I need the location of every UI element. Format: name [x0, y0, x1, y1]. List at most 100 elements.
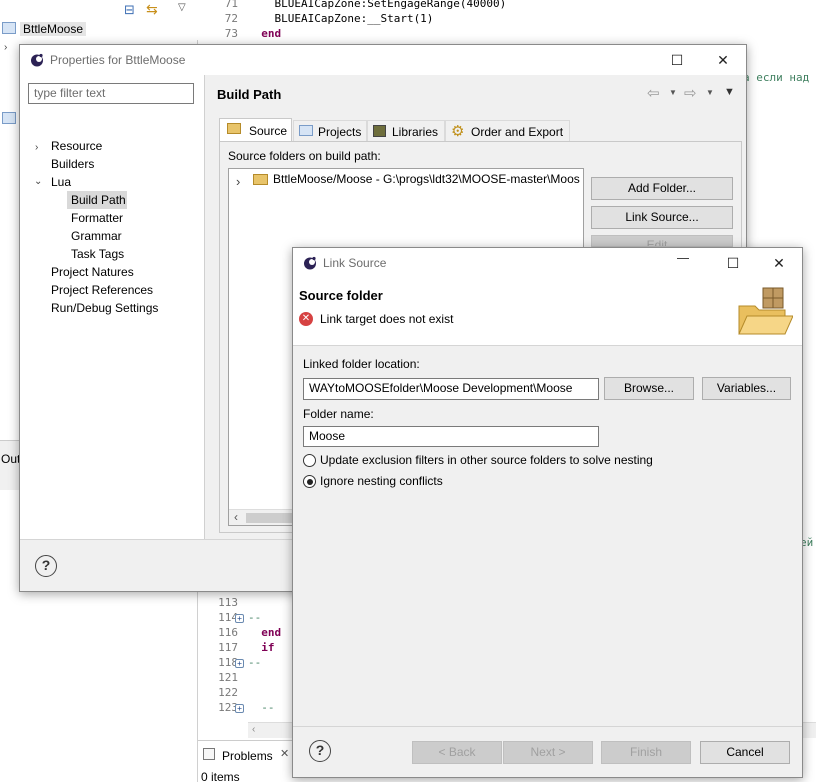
tab-projects-label: Projects: [318, 125, 362, 139]
tab-order-label: Order and Export: [471, 125, 564, 139]
line-number: 71: [224, 0, 238, 10]
source-folder-entry[interactable]: BttleMoose/Moose - G:\progs\ldt32\MOOSE-…: [273, 172, 580, 186]
problems-view: Problems ✕ 0 items: [198, 740, 293, 782]
code-line: 73 end: [198, 27, 816, 42]
folder-wizard-icon: [738, 287, 793, 335]
code-line: 71 BLUEAICapZone:SetEngageRange(40000): [198, 0, 816, 12]
chevron-right-icon[interactable]: ›: [4, 42, 7, 53]
properties-titlebar[interactable]: Properties for BttleMoose ☐ ✕: [20, 45, 746, 75]
ignore-conflicts-label[interactable]: Ignore nesting conflicts: [320, 474, 443, 488]
outline-label: Out: [1, 452, 21, 466]
code-comment: а если над: [743, 71, 810, 84]
tab-libraries[interactable]: Libraries: [367, 120, 445, 142]
fold-toggle-icon[interactable]: +: [235, 614, 244, 623]
location-input[interactable]: WAYtoMOOSEfolder\Moose Development\Moose: [303, 378, 599, 400]
forward-arrow-icon[interactable]: ⇨: [684, 84, 697, 102]
tab-source[interactable]: Source: [219, 118, 292, 142]
collapse-all-icon[interactable]: ⊟: [124, 2, 135, 18]
source-folder-icon: [253, 174, 268, 185]
eclipse-icon: [304, 256, 316, 270]
link-source-title: Link Source: [323, 256, 387, 270]
view-menu-icon[interactable]: ▼: [724, 86, 735, 98]
code-text: BLUEAICapZone:SetEngageRange(40000): [248, 0, 507, 10]
edit-button[interactable]: Edit...: [591, 235, 733, 247]
fold-toggle-icon[interactable]: +: [235, 659, 244, 668]
code-text: --: [248, 656, 262, 669]
fold-toggle-icon[interactable]: +: [235, 704, 244, 713]
chevron-down-icon[interactable]: ▼: [706, 88, 714, 97]
maximize-button[interactable]: ☐: [710, 248, 756, 278]
nav-lua[interactable]: Lua: [51, 173, 71, 191]
nav-task-tags[interactable]: Task Tags: [71, 245, 124, 263]
help-icon[interactable]: ?: [35, 555, 57, 577]
chevron-right-icon[interactable]: ›: [236, 174, 240, 189]
close-icon[interactable]: ✕: [280, 747, 289, 760]
scroll-left-icon[interactable]: ‹: [252, 724, 255, 735]
update-filters-label[interactable]: Update exclusion filters in other source…: [320, 453, 653, 467]
explorer-header: ⊟ ⇆ ▽ BttleMoose: [0, 0, 198, 40]
nav-project-references[interactable]: Project References: [51, 281, 153, 299]
chevron-down-icon[interactable]: ⌄: [34, 176, 42, 187]
projects-icon: [299, 125, 313, 136]
outline-view-tab[interactable]: Out: [0, 440, 20, 490]
problems-tab[interactable]: Problems ✕: [200, 744, 293, 766]
add-folder-button[interactable]: Add Folder...: [591, 177, 733, 200]
link-editor-icon[interactable]: ⇆: [146, 1, 158, 18]
folder-name-input[interactable]: Moose: [303, 426, 599, 447]
code-text: --: [248, 701, 275, 714]
project-folder-icon: [2, 112, 16, 124]
browse-button[interactable]: Browse...: [604, 377, 694, 400]
page-title: Build Path: [217, 87, 282, 102]
next-button[interactable]: Next >: [503, 741, 593, 764]
maximize-button[interactable]: ☐: [654, 45, 700, 75]
line-number: 118: [218, 656, 238, 669]
code-text: end: [248, 626, 282, 639]
nav-grammar[interactable]: Grammar: [71, 227, 122, 245]
scroll-left-icon[interactable]: ‹: [234, 510, 238, 524]
back-arrow-icon[interactable]: ⇦: [647, 84, 660, 102]
error-icon: ✕: [299, 312, 313, 326]
code-text: if: [248, 641, 275, 654]
source-folder-icon: [227, 123, 241, 134]
folder-name-label: Folder name:: [303, 407, 374, 421]
chevron-down-icon[interactable]: ▼: [669, 88, 677, 97]
close-button[interactable]: ✕: [756, 248, 802, 278]
source-folders-label: Source folders on build path:: [228, 149, 381, 163]
nav-resource[interactable]: Resource: [51, 137, 102, 155]
help-icon[interactable]: ?: [309, 740, 331, 762]
project-name[interactable]: BttleMoose: [20, 22, 87, 36]
order-export-icon: ⚙: [451, 123, 465, 140]
variables-button[interactable]: Variables...: [702, 377, 791, 400]
tab-order-export[interactable]: ⚙ Order and Export: [445, 120, 570, 142]
line-number: 123: [218, 701, 238, 714]
ignore-conflicts-radio[interactable]: [303, 475, 316, 488]
problems-count: 0 items: [201, 770, 240, 782]
nav-project-natures[interactable]: Project Natures: [51, 263, 134, 281]
finish-button[interactable]: Finish: [601, 741, 691, 764]
wizard-footer: ? < Back Next > Finish Cancel: [293, 726, 802, 777]
line-number: 121: [218, 671, 238, 684]
line-number: 113: [218, 596, 238, 609]
properties-nav-pane: type filter text › Resource Builders ⌄ L…: [20, 75, 204, 539]
nav-run-debug[interactable]: Run/Debug Settings: [51, 299, 158, 317]
back-button[interactable]: < Back: [412, 741, 502, 764]
view-menu-icon[interactable]: ▽: [178, 2, 186, 13]
close-button[interactable]: ✕: [700, 45, 746, 75]
code-text: BLUEAICapZone:__Start(1): [248, 12, 434, 25]
line-number: 73: [224, 27, 238, 40]
nav-build-path[interactable]: Build Path: [67, 191, 127, 209]
link-source-button[interactable]: Link Source...: [591, 206, 733, 229]
cancel-button[interactable]: Cancel: [700, 741, 790, 764]
chevron-right-icon[interactable]: ›: [35, 142, 38, 153]
tab-projects[interactable]: Projects: [293, 120, 367, 142]
code-text: --: [248, 611, 262, 624]
minimize-button[interactable]: [677, 258, 689, 259]
nav-formatter[interactable]: Formatter: [71, 209, 123, 227]
nav-builders[interactable]: Builders: [51, 155, 94, 173]
update-filters-radio[interactable]: [303, 454, 316, 467]
problems-icon: [203, 748, 215, 760]
line-number: 114: [218, 611, 238, 624]
link-source-titlebar[interactable]: Link Source ☐ ✕: [293, 248, 802, 278]
libraries-icon: [373, 125, 386, 137]
filter-input[interactable]: type filter text: [28, 83, 194, 104]
